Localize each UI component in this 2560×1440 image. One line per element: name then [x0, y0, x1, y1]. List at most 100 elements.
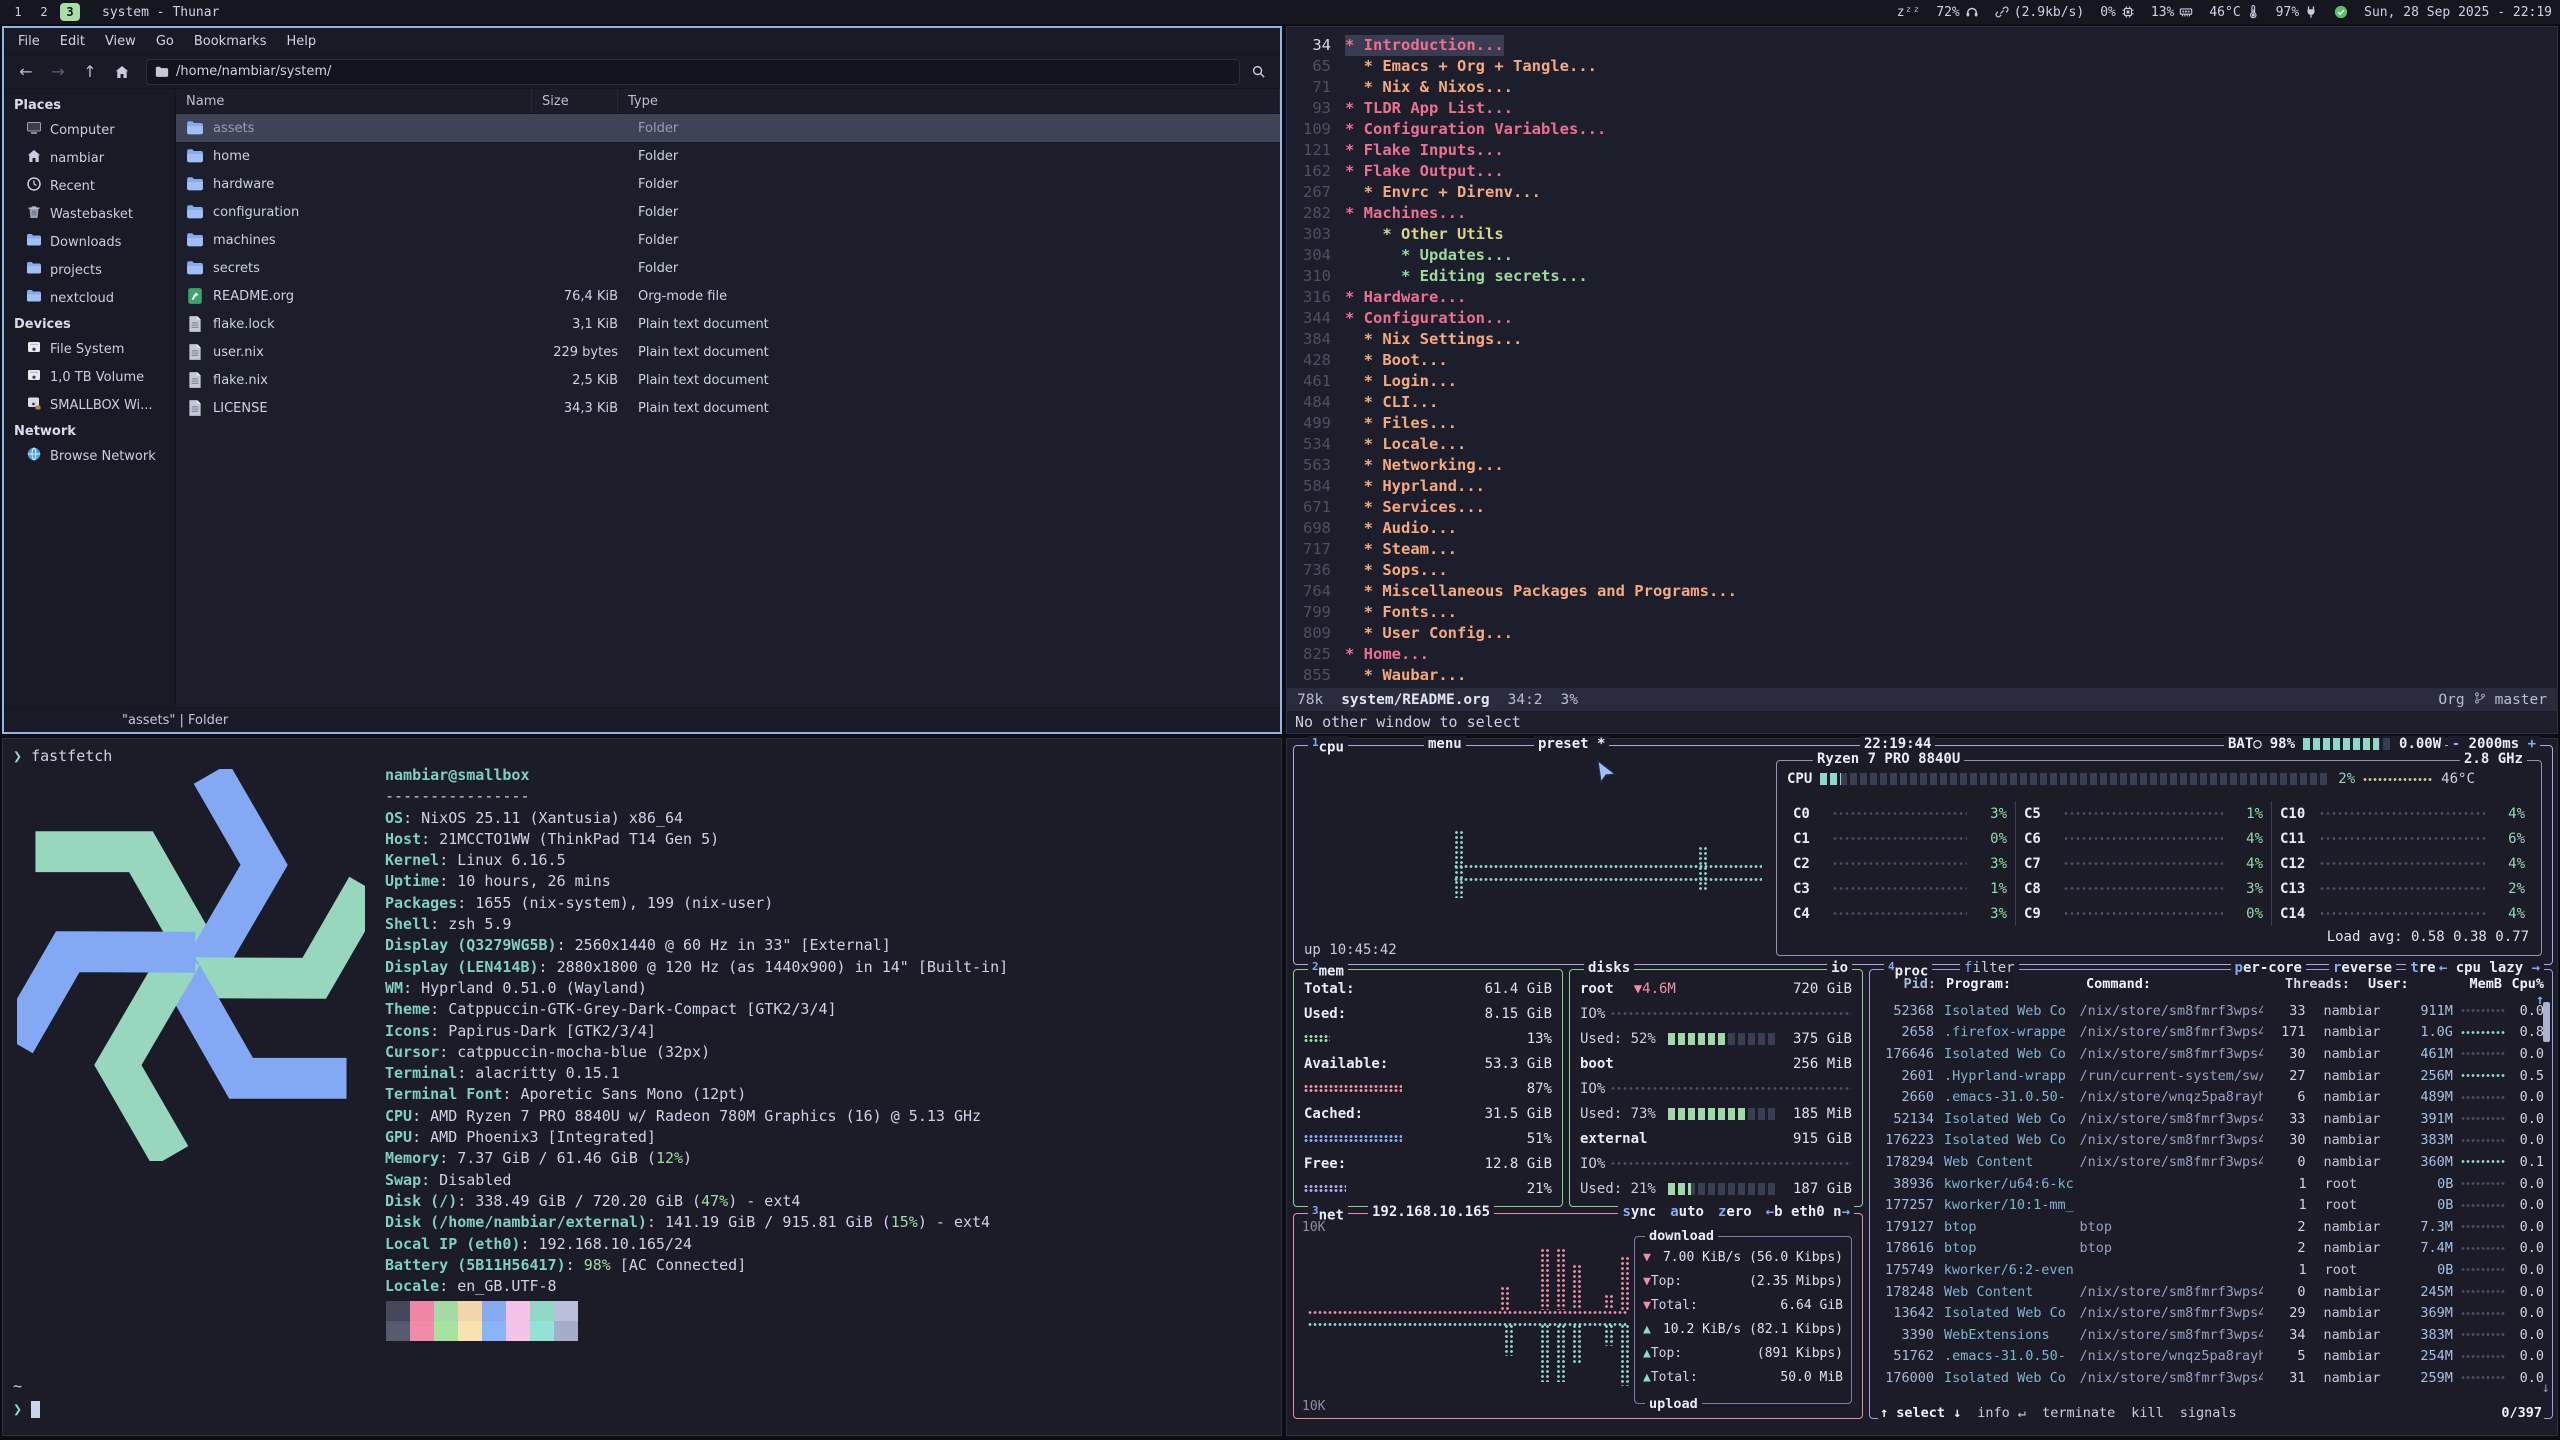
column-name[interactable]: Name [176, 89, 532, 113]
menu-bookmarks[interactable]: Bookmarks [186, 31, 275, 52]
process-row-2660[interactable]: 2660.emacs-31.0.50-/nix/store/wnqz5pa8ra… [1878, 1086, 2544, 1108]
idle-inhibitor[interactable]: zᶻᶻ [1897, 5, 1920, 20]
menu-edit[interactable]: Edit [52, 31, 93, 52]
menu-go[interactable]: Go [148, 31, 182, 52]
sidebar-item-1-0-tb-volume[interactable]: 1,0 TB Volume [4, 363, 175, 391]
thunar-menubar: FileEditViewGoBookmarksHelp [4, 28, 1280, 55]
info-key[interactable]: info ↵ [1977, 1405, 2026, 1421]
kill-key[interactable]: kill [2131, 1405, 2164, 1421]
workspace-3[interactable]: 3 [60, 3, 80, 21]
process-row-177257[interactable]: 177257kworker/10:1-mm_1root0B0.0 [1878, 1194, 2544, 1216]
sidebar-item-projects[interactable]: projects [4, 256, 175, 284]
process-row-13642[interactable]: 13642Isolated Web Co/nix/store/sm8fmrf3w… [1878, 1302, 2544, 1324]
sidebar-item-nambiar[interactable]: nambiar [4, 144, 175, 172]
sidebar-item-downloads[interactable]: Downloads [4, 228, 175, 256]
process-row-52134[interactable]: 52134Isolated Web Co/nix/store/sm8fmrf3w… [1878, 1108, 2544, 1130]
shell-prompt[interactable]: ❯ [13, 1400, 40, 1418]
file-row-flake-nix[interactable]: flake.nix2,5 KiBPlain text document [176, 366, 1280, 394]
temperature-indicator[interactable]: 46°C [2209, 5, 2259, 20]
btop-disks-box: disks io root▼4.6M720 GiBIO%Used: 52%375… [1569, 969, 1863, 1207]
file-row-machines[interactable]: machinesFolder [176, 226, 1280, 254]
process-row-51762[interactable]: 51762.emacs-31.0.50-/nix/store/wnqz5pa8r… [1878, 1346, 2544, 1368]
column-size[interactable]: Size [532, 89, 618, 113]
select-keys[interactable]: ↑ select ↓ [1880, 1405, 1961, 1421]
palette-row-normal [386, 1301, 578, 1321]
io-toggle[interactable]: io [1827, 960, 1852, 976]
memory-indicator[interactable]: 13% [2151, 5, 2193, 20]
file-row-user-nix[interactable]: user.nix229 bytesPlain text document [176, 338, 1280, 366]
file-row-flake-lock[interactable]: flake.lock3,1 KiBPlain text document [176, 310, 1280, 338]
sidebar-item-browse-network[interactable]: Browse Network [4, 442, 175, 470]
org-heading-line: 809 * User Config... [1287, 623, 2557, 644]
process-row-178248[interactable]: 178248Web Content/nix/store/sm8fmrf3wps4… [1878, 1281, 2544, 1303]
process-row-175749[interactable]: 175749kworker/6:2-even1root0B0.0 [1878, 1259, 2544, 1281]
proc-scrollbar[interactable] [2543, 1002, 2550, 1042]
network-indicator[interactable]: (2.9kb/s) [1995, 5, 2084, 20]
menu-file[interactable]: File [10, 31, 48, 52]
update-interval[interactable]: - 2000ms + [2448, 736, 2540, 752]
folder-icon [155, 65, 169, 79]
process-row-176646[interactable]: 176646Isolated Web Co/nix/store/sm8fmrf3… [1878, 1043, 2544, 1065]
process-row-178294[interactable]: 178294Web Content/nix/store/sm8fmrf3wps4… [1878, 1151, 2544, 1173]
per-core-toggle[interactable]: per-core [2231, 960, 2306, 976]
clock-date[interactable]: Sun, 28 Sep 2025 - 22:19 [2364, 5, 2552, 20]
path-bar[interactable]: /home/nambiar/system/ [146, 59, 1240, 85]
mem-stat-available: Available:53.3 GiB [1304, 1051, 1552, 1076]
sidebar-item-file-system[interactable]: File System [4, 335, 175, 363]
reverse-toggle[interactable]: reverse [2329, 960, 2396, 976]
net-option-2[interactable]: auto [1670, 1204, 1704, 1220]
disks-box-title[interactable]: disks [1584, 960, 1634, 976]
net-option-1[interactable]: sync [1622, 1204, 1656, 1220]
signals-key[interactable]: signals [2180, 1405, 2237, 1421]
preset-button[interactable]: preset * [1534, 736, 1609, 752]
file-row-hardware[interactable]: hardwareFolder [176, 170, 1280, 198]
net-option-3[interactable]: zero [1718, 1204, 1752, 1220]
mem-stats: Total:61.4 GiBUsed:8.15 GiB13%Available:… [1304, 976, 1552, 1200]
process-row-179127[interactable]: 179127btopbtop2nambiar7.3M0.0 [1878, 1216, 2544, 1238]
home-icon [26, 148, 42, 168]
workspace-2[interactable]: 2 [34, 3, 54, 21]
cpu-indicator[interactable]: 0% [2100, 5, 2135, 20]
process-row-176000[interactable]: 176000Isolated Web Co/nix/store/sm8fmrf3… [1878, 1367, 2544, 1389]
process-row-178616[interactable]: 178616btopbtop2nambiar7.4M0.0 [1878, 1238, 2544, 1260]
sidebar-item-nextcloud[interactable]: nextcloud [4, 284, 175, 312]
file-row-license[interactable]: LICENSE34,3 KiBPlain text document [176, 394, 1280, 422]
menu-button[interactable]: menu [1424, 736, 1466, 752]
volume-indicator[interactable]: 72% [1936, 5, 1978, 20]
home-button[interactable] [108, 59, 136, 85]
systemd-status[interactable] [2334, 5, 2348, 19]
terminate-key[interactable]: terminate [2042, 1405, 2115, 1421]
process-row-2658[interactable]: 2658.firefox-wrappe/nix/store/sm8fmrf3wp… [1878, 1022, 2544, 1044]
menu-view[interactable]: View [97, 31, 144, 52]
file-row-readme-org[interactable]: README.org76,4 KiBOrg-mode file [176, 282, 1280, 310]
sidebar-item-recent[interactable]: Recent [4, 172, 175, 200]
sidebar-item-wastebasket[interactable]: Wastebasket [4, 200, 175, 228]
org-heading-line: 162* Flake Output... [1287, 161, 2557, 182]
workspace-1[interactable]: 1 [8, 3, 28, 21]
filter-button[interactable]: filter [1960, 960, 2019, 976]
process-row-3390[interactable]: 3390WebExtensions/nix/store/sm8fmrf3wps4… [1878, 1324, 2544, 1346]
back-button[interactable]: ← [12, 59, 40, 85]
forward-button[interactable]: → [44, 59, 72, 85]
sidebar-item-computer[interactable]: Computer [4, 116, 175, 144]
process-row-38936[interactable]: 38936kworker/u64:6-kc1root0B0.0 [1878, 1173, 2544, 1195]
file-row-home[interactable]: homeFolder [176, 142, 1280, 170]
sidebar-section-places: Places [4, 93, 175, 116]
process-row-52368[interactable]: 52368Isolated Web Co/nix/store/sm8fmrf3w… [1878, 1000, 2544, 1022]
menu-help[interactable]: Help [278, 31, 324, 52]
process-row-2601[interactable]: 2601.Hyprland-wrapp/run/current-system/s… [1878, 1065, 2544, 1087]
file-row-secrets[interactable]: secretsFolder [176, 254, 1280, 282]
file-row-configuration[interactable]: configurationFolder [176, 198, 1280, 226]
net-option-4[interactable]: ←b eth0 n→ [1766, 1204, 1850, 1220]
cpu-box-title[interactable]: 1cpu [1308, 736, 1348, 756]
search-button[interactable] [1244, 59, 1272, 85]
up-button[interactable]: ↑ [76, 59, 104, 85]
sort-mode[interactable]: ← cpu lazy → [2435, 960, 2544, 976]
process-row-176223[interactable]: 176223Isolated Web Co/nix/store/sm8fmrf3… [1878, 1130, 2544, 1152]
sidebar-section-network: Network [4, 419, 175, 442]
file-row-assets[interactable]: assetsFolder [176, 114, 1280, 142]
cpu-core-panel: Ryzen 7 PRO 8840U 2.8 GHz CPU 2% 46°C C0… [1776, 760, 2542, 956]
sidebar-item-smallbox-wi-[interactable]: SMALLBOX Wi... [4, 391, 175, 419]
column-type[interactable]: Type [618, 89, 1280, 113]
battery-indicator[interactable]: 97% [2276, 5, 2318, 20]
